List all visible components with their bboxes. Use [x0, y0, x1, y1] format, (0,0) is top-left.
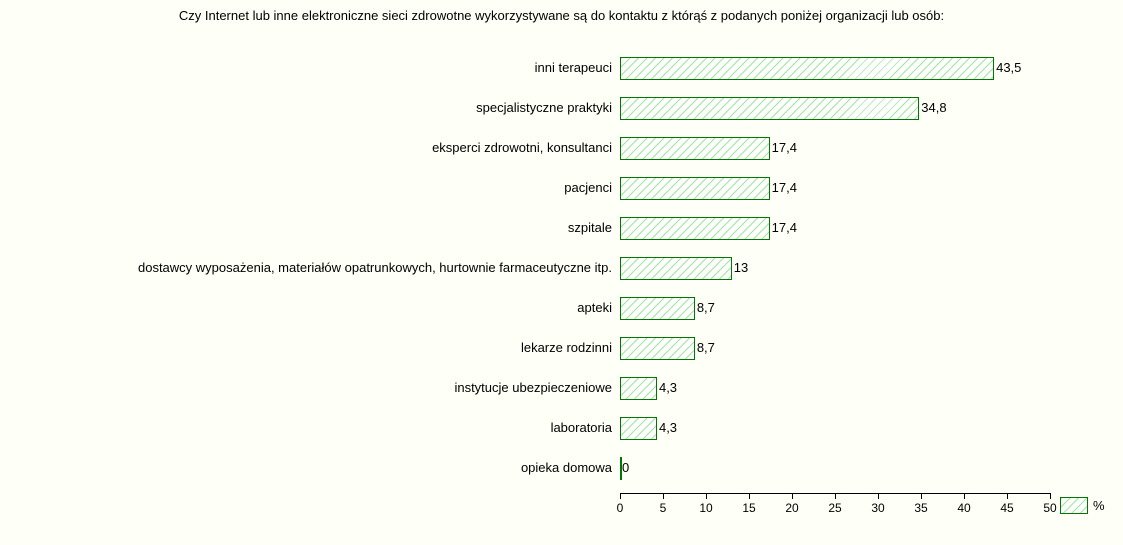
x-tick: [835, 493, 836, 499]
value-label: 17,4: [772, 220, 797, 235]
legend: %: [1060, 497, 1105, 514]
category-label: opieka domowa: [521, 460, 612, 475]
x-tick: [620, 493, 621, 499]
x-tick-label: 15: [742, 501, 755, 515]
bar: [620, 97, 919, 120]
x-tick-label: 20: [785, 501, 798, 515]
x-tick: [749, 493, 750, 499]
value-label: 4,3: [659, 420, 677, 435]
x-tick-label: 25: [828, 501, 841, 515]
x-tick: [964, 493, 965, 499]
bar: [620, 257, 732, 280]
bar-row: pacjenci17,4: [620, 168, 1050, 208]
value-label: 43,5: [996, 60, 1021, 75]
x-tick-label: 40: [957, 501, 970, 515]
x-tick-label: 10: [699, 501, 712, 515]
bar-row: opieka domowa0: [620, 448, 1050, 488]
bar: [620, 417, 657, 440]
x-tick-label: 0: [617, 501, 624, 515]
category-label: laboratoria: [551, 420, 612, 435]
category-label: inni terapeuci: [535, 60, 612, 75]
category-label: apteki: [577, 300, 612, 315]
x-axis: 05101520253035404550: [620, 493, 1050, 533]
bar-row: inni terapeuci43,5: [620, 48, 1050, 88]
x-tick-label: 5: [660, 501, 667, 515]
bar: [620, 177, 770, 200]
value-label: 0: [622, 460, 629, 475]
value-label: 4,3: [659, 380, 677, 395]
value-label: 8,7: [697, 300, 715, 315]
x-tick-label: 45: [1000, 501, 1013, 515]
legend-label: %: [1093, 498, 1105, 513]
bar: [620, 337, 695, 360]
bar: [620, 297, 695, 320]
value-label: 13: [734, 260, 748, 275]
bar: [620, 377, 657, 400]
plot-area: inni terapeuci43,5specjalistyczne prakty…: [620, 48, 1050, 493]
x-tick-label: 35: [914, 501, 927, 515]
bar-row: szpitale17,4: [620, 208, 1050, 248]
x-tick: [878, 493, 879, 499]
x-tick-label: 50: [1043, 501, 1056, 515]
legend-swatch-icon: [1060, 497, 1088, 514]
category-label: lekarze rodzinni: [521, 340, 612, 355]
bar-row: instytucje ubezpieczeniowe4,3: [620, 368, 1050, 408]
value-label: 17,4: [772, 140, 797, 155]
bar-row: eksperci zdrowotni, konsultanci17,4: [620, 128, 1050, 168]
bar: [620, 57, 994, 80]
value-label: 8,7: [697, 340, 715, 355]
x-tick: [792, 493, 793, 499]
x-tick: [706, 493, 707, 499]
category-label: specjalistyczne praktyki: [476, 100, 612, 115]
category-label: eksperci zdrowotni, konsultanci: [432, 140, 612, 155]
category-label: pacjenci: [564, 180, 612, 195]
bar-row: dostawcy wyposażenia, materiałów opatrun…: [620, 248, 1050, 288]
category-label: szpitale: [568, 220, 612, 235]
chart-title: Czy Internet lub inne elektroniczne siec…: [0, 8, 1123, 23]
bar-chart: Czy Internet lub inne elektroniczne siec…: [0, 0, 1123, 545]
bar: [620, 217, 770, 240]
value-label: 34,8: [921, 100, 946, 115]
bar-row: lekarze rodzinni8,7: [620, 328, 1050, 368]
x-tick: [921, 493, 922, 499]
bar-row: specjalistyczne praktyki34,8: [620, 88, 1050, 128]
value-label: 17,4: [772, 180, 797, 195]
category-label: instytucje ubezpieczeniowe: [454, 380, 612, 395]
x-tick-label: 30: [871, 501, 884, 515]
x-tick: [663, 493, 664, 499]
x-tick: [1007, 493, 1008, 499]
bar: [620, 137, 770, 160]
category-label: dostawcy wyposażenia, materiałów opatrun…: [138, 260, 612, 275]
bar-row: laboratoria4,3: [620, 408, 1050, 448]
bar-row: apteki8,7: [620, 288, 1050, 328]
x-tick: [1050, 493, 1051, 499]
